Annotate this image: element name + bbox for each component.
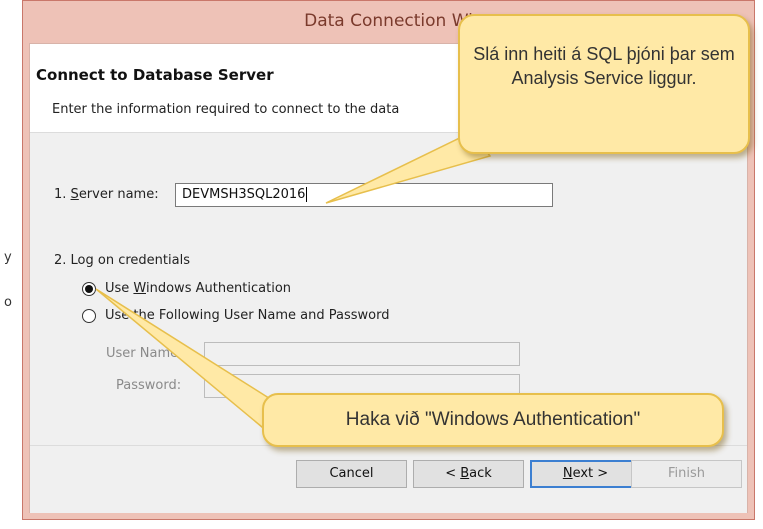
auth-hint-callout: Haka við "Windows Authentication" — [262, 393, 724, 447]
server-hint-callout: Slá inn heiti á SQL þjóni þar sem Analys… — [458, 14, 750, 154]
auth-callout-pointer — [95, 288, 273, 434]
